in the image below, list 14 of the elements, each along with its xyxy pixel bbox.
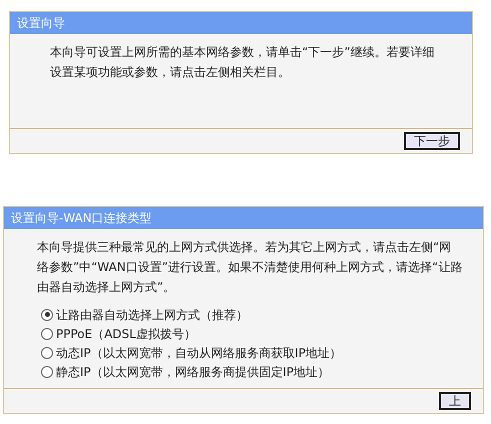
radio-option[interactable]: 动态IP（以太网宽带，自动从网络服务商获取IP地址） xyxy=(41,343,463,362)
wizard-button[interactable]: 下一步 xyxy=(404,132,460,150)
radio-option[interactable]: PPPoE（ADSL虚拟拨号） xyxy=(41,324,463,343)
radio-button[interactable] xyxy=(41,308,53,320)
panel-title: 设置向导-WAN口连接类型 xyxy=(4,207,483,229)
instruction-text: 本向导可设置上网所需的基本网络参数，请单击“下一步”继续。若要详细设置某项功能或参数，请点击左侧相关栏目。 xyxy=(50,44,436,81)
wizard-button[interactable]: 上 xyxy=(439,392,471,410)
panel-title: 设置向导 xyxy=(10,12,472,34)
radio-button[interactable] xyxy=(41,366,53,378)
radio-option[interactable]: 让路由器自动选择上网方式（推荐） xyxy=(41,305,463,324)
radio-button[interactable] xyxy=(41,328,53,340)
radio-button[interactable] xyxy=(41,346,53,358)
instruction-text: 本向导提供三种最常见的上网方式供选择。若为其它上网方式，请点击左侧“网络参数”中“WAN口设置”进行设置。如果不清楚使用何种上网方式，请选择“让路由器自动选择上网方式”。 xyxy=(37,239,463,296)
radio-option[interactable]: 静态IP（以太网宽带，网络服务商提供固定IP地址） xyxy=(41,362,463,381)
